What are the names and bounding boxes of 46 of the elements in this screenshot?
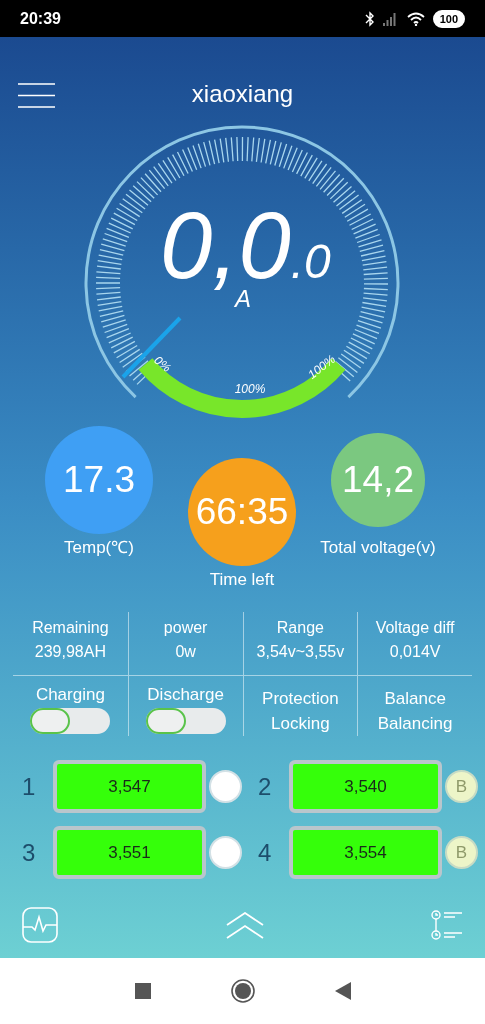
state-label: Balance xyxy=(384,688,446,710)
signal-icon xyxy=(382,11,399,26)
bluetooth-icon xyxy=(364,10,375,27)
stat-label: Voltage diff xyxy=(375,618,455,638)
wifi-icon xyxy=(406,11,425,26)
double-chevron-up-icon[interactable] xyxy=(225,911,264,939)
square-nav-icon[interactable] xyxy=(134,983,151,999)
scale-label: 0% xyxy=(151,353,174,375)
state-label: Protection xyxy=(262,688,339,710)
switch-label: Discharge xyxy=(147,685,224,705)
stat-label: Remaining xyxy=(32,618,109,638)
cell-number: 4 xyxy=(258,837,273,868)
back-nav-icon[interactable] xyxy=(334,982,351,1000)
state-value: Locking xyxy=(271,713,330,735)
home-nav-icon[interactable] xyxy=(230,979,255,1003)
reading-label: Time left xyxy=(209,570,275,590)
reading-label: Total voltage(v) xyxy=(320,538,436,558)
battery-level: 100 xyxy=(432,9,465,28)
cell-voltage: 3,547 xyxy=(53,760,206,813)
gauge-needle xyxy=(121,316,182,379)
state-value: Balancing xyxy=(377,713,453,735)
stat-value: 3,54v~3,55v xyxy=(256,642,345,662)
cell-number: 2 xyxy=(258,771,273,802)
reading-label: Temp(℃) xyxy=(64,538,134,558)
cell-voltage: 3,551 xyxy=(53,826,206,879)
status-time: 20:39 xyxy=(20,8,61,29)
stat-value: 0w xyxy=(175,642,196,662)
cell-voltage: 3,540 xyxy=(289,760,442,813)
device-title: xiaoxiang xyxy=(191,80,294,108)
toggle-switch[interactable] xyxy=(30,708,111,734)
balance-indicator: B xyxy=(445,770,478,803)
stat-label: Range xyxy=(276,618,324,638)
cell-voltage: 3,554 xyxy=(289,826,442,879)
stat-label: power xyxy=(163,618,208,638)
menu-icon[interactable] xyxy=(18,83,55,108)
cell-number: 1 xyxy=(22,771,37,802)
balance-indicator: B xyxy=(445,836,478,869)
switch-label: Charging xyxy=(35,685,105,705)
cell-number: 3 xyxy=(22,837,37,868)
current-decimal: .0 xyxy=(290,237,331,287)
timeline-icon[interactable] xyxy=(431,910,463,940)
toggle-switch[interactable] xyxy=(145,708,226,734)
pulse-icon[interactable] xyxy=(22,907,58,943)
stat-value: 239,98AH xyxy=(34,642,106,662)
scale-label: 100% xyxy=(234,382,266,396)
stat-value: 0,014V xyxy=(389,642,441,662)
